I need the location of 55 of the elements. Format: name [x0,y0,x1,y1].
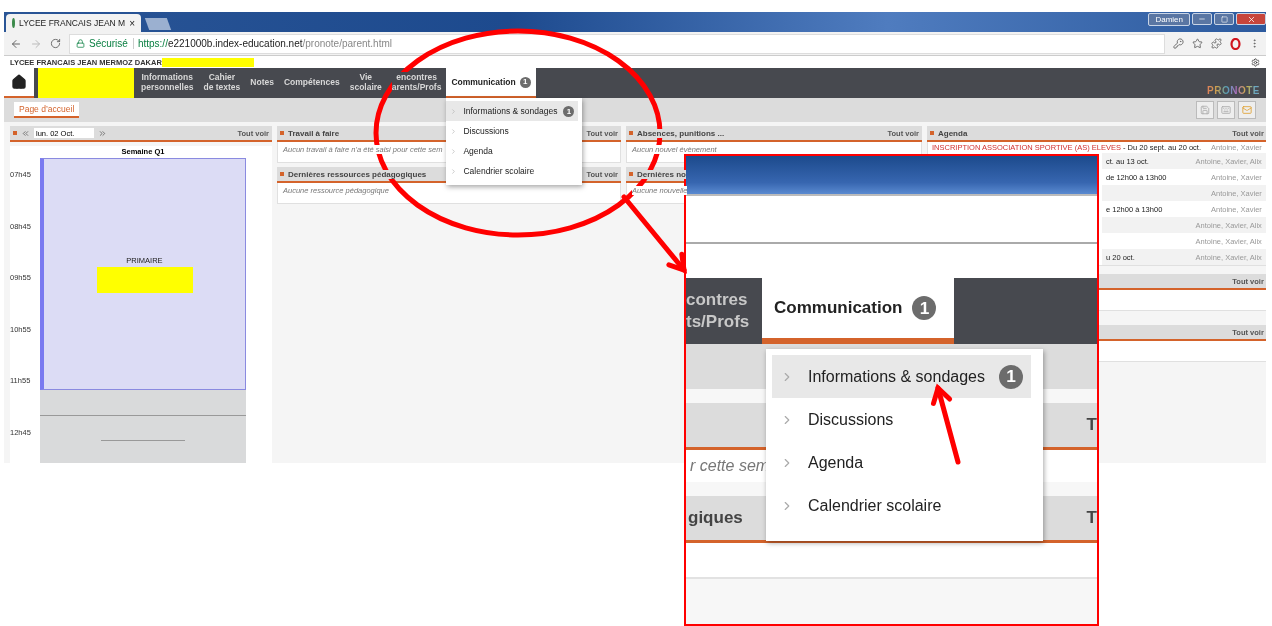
key-icon[interactable] [1173,38,1184,49]
tab-title: LYCEE FRANCAIS JEAN M [19,18,126,28]
keyboard-icon[interactable] [1217,101,1235,119]
chevron-icon [450,147,458,155]
close-button[interactable] [1236,13,1266,25]
chevron-icon [450,107,458,115]
count-badge: 1 [999,364,1023,389]
nav-tab[interactable]: contres ts/Profs [686,278,762,344]
page-tab[interactable]: Page d’accueil [14,102,80,118]
menu-item[interactable]: Discussions [446,121,579,141]
menu-item[interactable]: Agenda [446,141,579,161]
opera-icon[interactable] [1230,37,1241,50]
secure-label: Sécurisé [89,38,134,49]
count-badge: 1 [912,296,937,320]
menu-item[interactable]: Agenda [772,441,1031,484]
see-all-link[interactable]: T [1086,508,1097,528]
next-icon[interactable] [98,128,107,138]
nav-tab[interactable]: Notes [245,68,279,98]
nav-tab[interactable]: Compétences [278,68,345,98]
minimize-button[interactable] [1192,13,1212,25]
menu-item[interactable]: Calendrier scolaire [772,484,1031,527]
panel-title: Agenda [938,128,968,138]
maximize-button[interactable] [1214,13,1234,25]
lock-icon [76,39,85,48]
address-field[interactable]: Sécurisé https://e221000b.index-education.net/pronote/parent.html [69,33,1165,54]
menu-item[interactable]: Discussions [772,398,1031,441]
see-all-link[interactable]: T [1086,415,1097,435]
url-text: https://e221000b.index-education.net/pronote/parent.html [137,38,392,49]
menu-item[interactable]: Informations & sondages 1 [772,355,1031,398]
extension-icon[interactable] [1211,38,1222,49]
new-tab-button[interactable] [144,18,172,30]
panel-title: Travail à faire [288,128,340,138]
minimize-icon [1198,15,1206,23]
maximize-icon [1220,15,1228,23]
reload-icon[interactable] [50,38,61,49]
home-icon [11,74,27,90]
mail-icon[interactable] [1238,101,1256,119]
menu-item[interactable]: Calendrier scolaire [446,161,579,181]
browser-tab[interactable]: LYCEE FRANCAIS JEAN M × [6,14,141,32]
close-icon [1246,14,1256,24]
panel-title: Absences, punitions ... [637,128,725,138]
chevron-icon [450,167,458,175]
nav-tab[interactable]: Communication 1 [762,278,954,344]
panel-title: Dernières ressources pédagogiques [288,169,427,179]
panel-title: Dernières no [637,169,686,179]
star-icon[interactable] [1192,38,1203,49]
profile-name[interactable]: Damien [1148,13,1190,26]
panel-title: giques [688,508,743,528]
save-icon[interactable] [1196,101,1214,119]
settings-icon[interactable] [1251,57,1260,67]
chevron-icon [450,127,458,135]
favicon-icon [12,18,16,28]
previous-icon[interactable] [21,128,30,138]
tab-close[interactable]: × [129,17,135,29]
back-icon[interactable] [10,37,22,50]
